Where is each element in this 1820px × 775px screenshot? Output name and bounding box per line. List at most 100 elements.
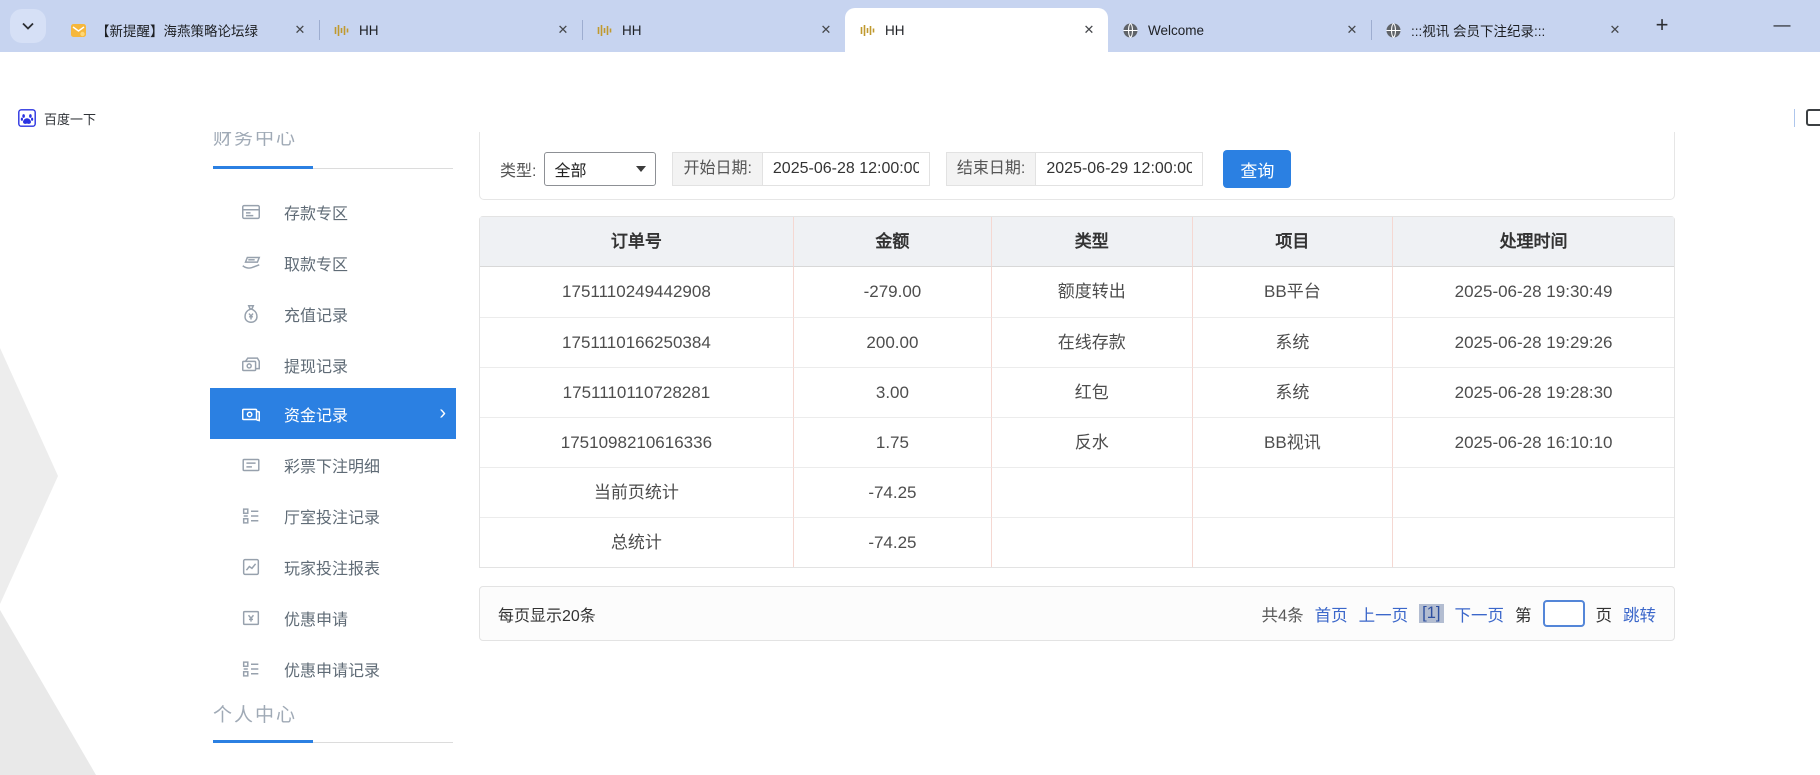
cell-project: 系统 xyxy=(1192,367,1393,417)
cell-empty xyxy=(1192,517,1393,567)
sidebar-item-withdrawal-records[interactable]: 提现记录 xyxy=(210,339,456,390)
type-select[interactable]: 全部 xyxy=(544,152,656,186)
tab-title: :::视讯 会员下注纪录::: xyxy=(1411,20,1606,40)
cell-empty xyxy=(1192,467,1393,517)
jump-prefix: 第 xyxy=(1515,602,1532,626)
sidebar-item-label: 提现记录 xyxy=(284,353,348,377)
first-page-link[interactable]: 首页 xyxy=(1315,602,1348,626)
cell-type: 额度转出 xyxy=(991,267,1192,317)
cell-type: 在线存款 xyxy=(991,317,1192,367)
cell-time: 2025-06-28 16:10:10 xyxy=(1392,417,1674,467)
cell-order-no: 1751098210616336 xyxy=(480,417,793,467)
current-page[interactable]: [1] xyxy=(1419,604,1443,623)
next-page-link[interactable]: 下一页 xyxy=(1455,602,1505,626)
cell-label: 当前页统计 xyxy=(480,467,793,517)
cell-order-no: 1751110166250384 xyxy=(480,317,793,367)
search-button[interactable]: 查询 xyxy=(1223,150,1291,188)
sidebar-item-messages[interactable]: 消息公告 xyxy=(210,760,456,775)
table-row: 1751110166250384 200.00 在线存款 系统 2025-06-… xyxy=(480,317,1674,367)
baidu-paw-icon xyxy=(18,109,36,127)
close-icon[interactable]: ✕ xyxy=(1343,21,1361,39)
sidebar-item-lottery-bet-details[interactable]: 彩票下注明细 xyxy=(210,439,456,490)
bookmark-baidu[interactable]: 百度一下 xyxy=(12,106,102,130)
table-row: 1751110249442908 -279.00 额度转出 BB平台 2025-… xyxy=(480,267,1674,317)
cell-empty xyxy=(1392,517,1674,567)
jump-link[interactable]: 跳转 xyxy=(1623,602,1656,626)
funds-notes-icon xyxy=(240,403,262,425)
coupon-icon xyxy=(240,607,262,629)
bookmarks-bar: 百度一下 xyxy=(0,104,1820,132)
page-jump-input[interactable] xyxy=(1543,600,1585,627)
funds-table: 订单号 金额 类型 项目 处理时间 1751110249442908 -279.… xyxy=(479,216,1675,568)
sidebar-item-recharge-records[interactable]: 充值记录 xyxy=(210,288,456,339)
tab-welcome[interactable]: Welcome ✕ xyxy=(1108,8,1371,52)
tab-hh-1[interactable]: HH ✕ xyxy=(319,8,582,52)
cell-project: BB平台 xyxy=(1192,267,1393,317)
cell-amount: 3.00 xyxy=(793,367,991,417)
cell-amount: -279.00 xyxy=(793,267,991,317)
start-date-input[interactable] xyxy=(762,152,930,186)
section-underline-accent xyxy=(213,740,313,743)
page-content: 财务中心 存款专区 取款专区 充值记录 提现记录 xyxy=(0,132,1820,775)
chart-report-icon xyxy=(240,556,262,578)
cell-order-no: 1751110110728281 xyxy=(480,367,793,417)
tab-forum[interactable]: 【新提醒】海燕策略论坛绿 ✕ xyxy=(56,8,319,52)
sidebar-item-label: 取款专区 xyxy=(284,251,348,275)
end-date-label: 结束日期: xyxy=(946,152,1035,186)
start-date-label: 开始日期: xyxy=(672,152,761,186)
window-minimize-button[interactable]: — xyxy=(1762,10,1802,42)
cell-order-no: 1751110249442908 xyxy=(480,267,793,317)
close-icon[interactable]: ✕ xyxy=(1606,21,1624,39)
sidebar-item-label: 充值记录 xyxy=(284,302,348,326)
withdraw-hand-icon xyxy=(240,252,262,274)
chevron-down-icon xyxy=(636,166,646,172)
tab-search-button[interactable] xyxy=(10,9,46,43)
pagination-controls: 共4条 首页 上一页 [1] 下一页 第 页 跳转 xyxy=(1261,600,1656,627)
receipt-icon xyxy=(240,454,262,476)
cell-amount: 1.75 xyxy=(793,417,991,467)
close-icon[interactable]: ✕ xyxy=(1080,21,1098,39)
end-date-group: 结束日期: xyxy=(946,152,1203,186)
tab-betting-records[interactable]: :::视讯 会员下注纪录::: ✕ xyxy=(1371,8,1634,52)
globe-icon xyxy=(1122,22,1139,39)
table-row: 1751110110728281 3.00 红包 系统 2025-06-28 1… xyxy=(480,367,1674,417)
sidebar-item-label: 厅室投注记录 xyxy=(284,504,380,528)
cell-project: 系统 xyxy=(1192,317,1393,367)
cell-type: 反水 xyxy=(991,417,1192,467)
sidebar-item-label: 资金记录 xyxy=(284,402,348,426)
prev-page-link[interactable]: 上一页 xyxy=(1359,602,1409,626)
mail-yellow-icon xyxy=(70,22,87,39)
tab-hh-2[interactable]: HH ✕ xyxy=(582,8,845,52)
bookmark-label: 百度一下 xyxy=(44,109,96,128)
start-date-group: 开始日期: xyxy=(672,152,929,186)
new-tab-button[interactable]: + xyxy=(1648,12,1676,40)
close-icon[interactable]: ✕ xyxy=(291,21,309,39)
browser-toolbar: yl756.com/hhcp/usercenter.html?iniType=6 xyxy=(0,52,1820,104)
cell-amount: -74.25 xyxy=(793,467,991,517)
sidebar-item-player-bet-report[interactable]: 玩家投注报表 xyxy=(210,541,456,592)
cell-empty xyxy=(1392,467,1674,517)
sidebar-item-hall-bet-records[interactable]: 厅室投注记录 xyxy=(210,490,456,541)
close-icon[interactable]: ✕ xyxy=(817,21,835,39)
sidebar-item-promo-apply-records[interactable]: 优惠申请记录 xyxy=(210,643,456,694)
pagination-bar: 每页显示20条 共4条 首页 上一页 [1] 下一页 第 页 跳转 xyxy=(479,586,1675,641)
chevron-right-icon: › xyxy=(439,402,446,425)
bookmarks-divider xyxy=(1794,109,1795,127)
cell-project: BB视讯 xyxy=(1192,417,1393,467)
cell-label: 总统计 xyxy=(480,517,793,567)
sidebar-item-deposit-zone[interactable]: 存款专区 xyxy=(210,186,456,237)
side-panel-icon[interactable] xyxy=(1806,109,1820,126)
sidebar-item-promo-apply[interactable]: 优惠申请 xyxy=(210,592,456,643)
tab-divider xyxy=(1371,20,1372,40)
tab-hh-active[interactable]: HH ✕ xyxy=(845,8,1108,52)
column-header: 订单号 xyxy=(480,217,793,267)
sidebar-item-withdraw-zone[interactable]: 取款专区 xyxy=(210,237,456,288)
sidebar-item-label: 玩家投注报表 xyxy=(284,555,380,579)
type-label: 类型: xyxy=(500,157,536,181)
close-icon[interactable]: ✕ xyxy=(554,21,572,39)
column-header: 处理时间 xyxy=(1392,217,1674,267)
sidebar-item-funds-records[interactable]: 资金记录 › xyxy=(210,388,456,439)
end-date-input[interactable] xyxy=(1035,152,1203,186)
list-check-icon xyxy=(240,658,262,680)
column-header: 项目 xyxy=(1192,217,1393,267)
